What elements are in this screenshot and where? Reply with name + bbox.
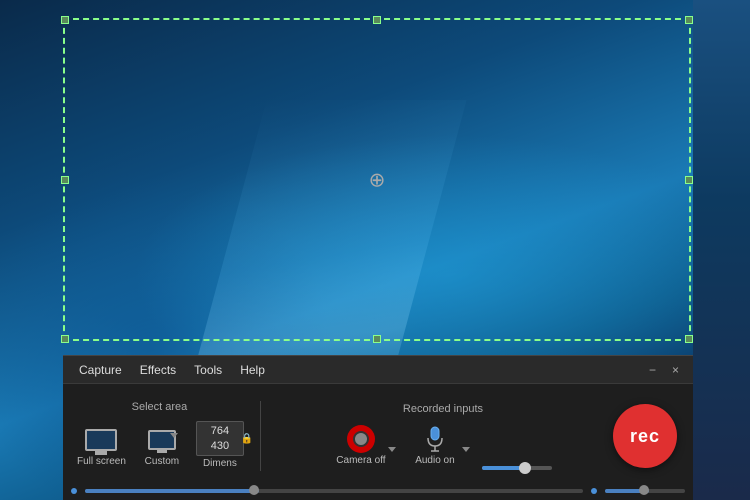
volume-thumb[interactable] xyxy=(519,462,531,474)
lock-icon: 🔒 xyxy=(240,433,252,444)
full-screen-icon xyxy=(83,426,119,454)
full-screen-button[interactable]: Full screen xyxy=(71,422,132,471)
dimensions-button[interactable]: 764 430 🔒 Dimens xyxy=(192,419,248,471)
bottom-slider-fill xyxy=(85,489,259,493)
section-divider xyxy=(260,401,261,471)
recorded-inputs-section: Recorded inputs Camera off xyxy=(273,403,613,470)
slider-dot-indicator-2 xyxy=(591,488,597,494)
menu-tools[interactable]: Tools xyxy=(186,360,230,380)
custom-dropdown-arrow xyxy=(170,433,178,438)
menu-effects[interactable]: Effects xyxy=(132,360,184,380)
controls-area: Select area Full screen Custom xyxy=(63,384,693,488)
bottom-slider-thumb[interactable] xyxy=(249,485,259,495)
select-area-section: Select area Full screen Custom xyxy=(71,401,248,471)
menu-help[interactable]: Help xyxy=(232,360,273,380)
custom-label: Custom xyxy=(145,456,179,467)
camera-icon xyxy=(343,425,379,453)
select-area-title: Select area xyxy=(132,401,188,413)
height-value: 430 xyxy=(211,439,229,453)
camera-circle xyxy=(347,425,375,453)
window-controls: − × xyxy=(643,361,685,379)
dimens-label: Dimens xyxy=(203,458,237,469)
bottom-slider-2[interactable] xyxy=(605,489,685,493)
camera-button[interactable]: Camera off xyxy=(326,421,396,470)
camera-lens xyxy=(353,431,369,447)
volume-slider[interactable] xyxy=(482,466,552,470)
rec-button-wrap: rec xyxy=(613,404,685,468)
rec-button[interactable]: rec xyxy=(613,404,677,468)
audio-label: Audio on xyxy=(415,455,454,466)
recorded-inputs-title: Recorded inputs xyxy=(403,403,483,415)
recorded-controls: Camera off Audio on xyxy=(326,421,560,470)
monitor-icon xyxy=(85,429,117,451)
minimize-button[interactable]: − xyxy=(643,361,662,379)
bottom-slider-thumb-2[interactable] xyxy=(639,485,649,495)
full-screen-label: Full screen xyxy=(77,456,126,467)
bottom-slider[interactable] xyxy=(85,489,583,493)
right-panel xyxy=(693,0,750,500)
menubar: Capture Effects Tools Help − × xyxy=(63,356,693,384)
bottom-slider-row xyxy=(63,488,693,500)
slider-dot-indicator xyxy=(71,488,77,494)
dimensions-input[interactable]: 764 430 🔒 xyxy=(196,421,244,456)
audio-button[interactable]: Audio on xyxy=(400,421,470,470)
camera-dropdown-arrow xyxy=(388,447,396,452)
menu-capture[interactable]: Capture xyxy=(71,360,130,380)
volume-slider-wrap xyxy=(474,466,560,470)
microphone-icon xyxy=(421,425,449,453)
audio-dropdown-arrow xyxy=(462,447,470,452)
camera-label: Camera off xyxy=(336,455,385,466)
mic-svg xyxy=(426,426,444,452)
select-area-controls: Full screen Custom 764 430 🔒 xyxy=(71,419,248,471)
volume-fill xyxy=(482,466,524,470)
custom-icon xyxy=(144,426,180,454)
custom-button[interactable]: Custom xyxy=(136,422,188,471)
width-value: 764 xyxy=(211,424,229,438)
toolbar: Capture Effects Tools Help − × Select ar… xyxy=(63,355,693,500)
close-button[interactable]: × xyxy=(666,361,685,379)
